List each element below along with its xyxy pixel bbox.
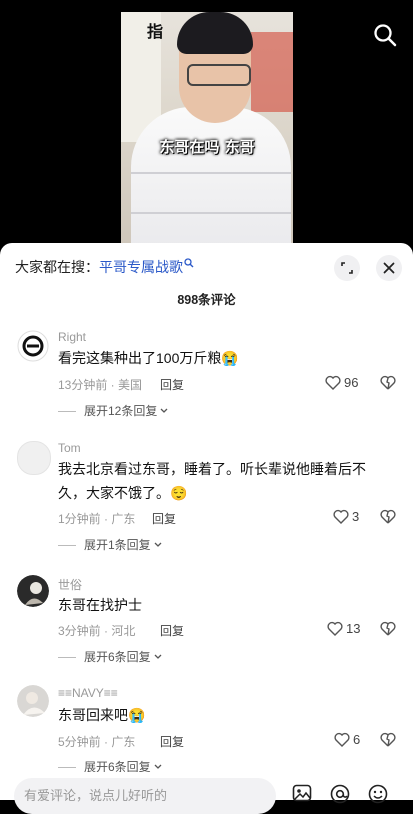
at-icon[interactable] (330, 784, 350, 804)
trending-keyword[interactable]: 平哥专属战歌 (99, 259, 183, 275)
heart-icon (334, 732, 350, 747)
dislike-icon[interactable] (380, 375, 396, 390)
poster-text: 指 (147, 22, 164, 41)
like-count: 13 (346, 621, 361, 636)
like-count: 96 (344, 375, 359, 390)
like-count: 3 (352, 509, 360, 524)
divider (58, 657, 76, 658)
avatar[interactable] (17, 685, 49, 717)
video-area[interactable]: 指 东哥在吗 东哥 (0, 0, 413, 245)
search-icon[interactable] (372, 22, 398, 48)
comment-input-bar: 有爱评论，说点儿好听的 (0, 772, 413, 814)
image-icon[interactable] (292, 784, 312, 802)
expand-button[interactable] (334, 255, 360, 281)
comment-text: 我去北京看过东哥，睡着了。听长辈说他睡着后不久，大家不饿了。😌 (58, 461, 366, 501)
like-button[interactable]: 96 (325, 375, 358, 390)
jacket-seam (131, 172, 291, 174)
dislike-icon[interactable] (380, 732, 396, 747)
glasses (187, 64, 251, 86)
close-button[interactable] (376, 255, 402, 281)
close-icon (383, 262, 395, 274)
chevron-down-icon (154, 542, 162, 547)
search-icon (184, 258, 194, 268)
comment-time-location: 5分钟前 · 广东 (58, 735, 136, 749)
expand-replies-label: 展开6条回复 (84, 650, 151, 664)
expand-replies-label: 展开12条回复 (84, 404, 158, 418)
avatar[interactable] (17, 330, 49, 362)
avatar[interactable] (17, 575, 49, 607)
divider (58, 767, 76, 768)
trending-label: 大家都在搜： (15, 259, 99, 275)
expand-replies[interactable]: 展开6条回复 (58, 648, 163, 665)
comment-text: 东哥回来吧😭 (58, 707, 146, 723)
video-frame[interactable]: 指 东哥在吗 东哥 (121, 12, 293, 245)
comment-count: 898条评论 (177, 293, 236, 307)
comment-username[interactable]: ≡≡NAVY≡≡ (58, 686, 118, 700)
jacket-seam (131, 212, 291, 214)
person-jacket (131, 107, 291, 245)
comment-text: 东哥在找护士 (58, 597, 142, 613)
heart-icon (325, 375, 341, 390)
chevron-down-icon (154, 654, 162, 659)
expand-replies[interactable]: 展开12条回复 (58, 402, 169, 419)
person-hair (177, 12, 253, 54)
like-button[interactable]: 6 (334, 732, 360, 747)
expand-replies-label: 展开1条回复 (84, 538, 151, 552)
like-count: 6 (353, 732, 361, 747)
expand-icon (341, 262, 353, 274)
dislike-icon[interactable] (380, 621, 396, 636)
comment-text: 看完这集种出了100万斤粮😭 (58, 350, 239, 366)
chevron-down-icon (160, 408, 168, 413)
chevron-down-icon (154, 764, 162, 769)
comment-username[interactable]: Tom (58, 441, 81, 455)
divider (58, 545, 76, 546)
expand-replies[interactable]: 展开1条回复 (58, 536, 163, 553)
comment-username[interactable]: 世俗 (58, 576, 82, 593)
like-button[interactable]: 3 (333, 509, 359, 524)
dislike-icon[interactable] (380, 509, 396, 524)
avatar[interactable] (17, 441, 51, 475)
like-button[interactable]: 13 (327, 621, 360, 636)
comment-input[interactable]: 有爱评论，说点儿好听的 (14, 778, 276, 814)
heart-icon (327, 621, 343, 636)
reply-button[interactable]: 回复 (152, 510, 176, 527)
divider (58, 411, 76, 412)
reply-button[interactable]: 回复 (160, 622, 184, 639)
emoji-icon[interactable] (368, 784, 388, 804)
heart-icon (333, 509, 349, 524)
video-caption: 东哥在吗 东哥 (159, 138, 255, 156)
comment-time-location: 3分钟前 · 河北 (58, 624, 136, 638)
reply-button[interactable]: 回复 (160, 733, 184, 750)
background-red-banner (251, 32, 293, 112)
reply-button[interactable]: 回复 (160, 376, 184, 393)
comment-username[interactable]: Right (58, 330, 86, 344)
trending-search[interactable]: 大家都在搜：平哥专属战歌 (15, 257, 194, 277)
comment-time-location: 1分钟前 · 广东 (58, 512, 136, 526)
comment-time-location: 13分钟前 · 美国 (58, 378, 143, 392)
